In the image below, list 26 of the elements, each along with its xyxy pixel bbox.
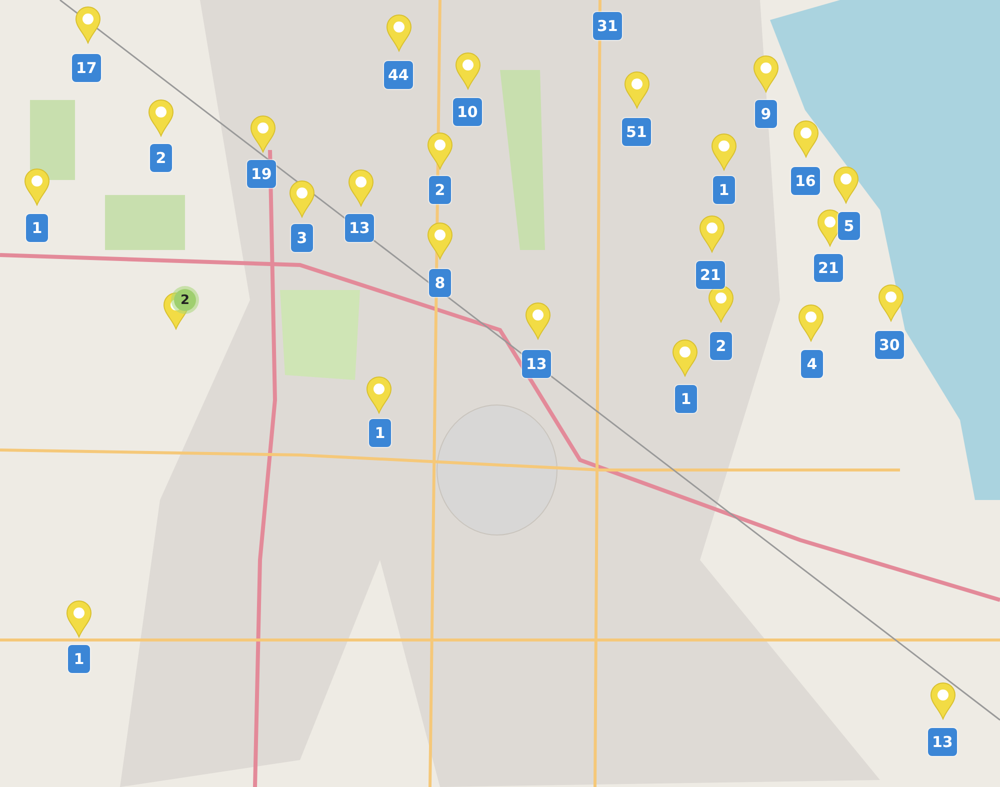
count-badge[interactable]: 1 <box>713 176 735 204</box>
count-badge[interactable]: 8 <box>429 269 451 297</box>
count-badge[interactable]: 1 <box>675 385 697 413</box>
count-badge[interactable]: 13 <box>928 728 957 756</box>
count-badge[interactable]: 51 <box>622 118 651 146</box>
count-badge[interactable]: 9 <box>755 100 777 128</box>
count-badge[interactable]: 3 <box>291 224 313 252</box>
count-badge[interactable]: 2 <box>429 176 451 204</box>
count-badge[interactable]: 1 <box>68 645 90 673</box>
count-badge[interactable]: 4 <box>801 350 823 378</box>
count-badge[interactable]: 19 <box>247 160 276 188</box>
count-badge[interactable]: 21 <box>696 261 725 289</box>
count-badge[interactable]: 44 <box>384 61 413 89</box>
count-badge[interactable]: 13 <box>345 214 374 242</box>
count-badge[interactable]: 21 <box>814 254 843 282</box>
count-badge[interactable]: 17 <box>72 54 101 82</box>
count-badge[interactable]: 2 <box>150 144 172 172</box>
count-badge[interactable]: 5 <box>838 212 860 240</box>
count-badge[interactable]: 10 <box>453 98 482 126</box>
count-badge[interactable]: 16 <box>791 167 820 195</box>
count-badge[interactable]: 13 <box>522 350 551 378</box>
count-badge[interactable]: 31 <box>593 12 622 40</box>
count-badge[interactable]: 1 <box>26 214 48 242</box>
count-badge[interactable]: 2 <box>710 332 732 360</box>
count-badge[interactable]: 30 <box>875 331 904 359</box>
count-badge[interactable]: 1 <box>369 419 391 447</box>
